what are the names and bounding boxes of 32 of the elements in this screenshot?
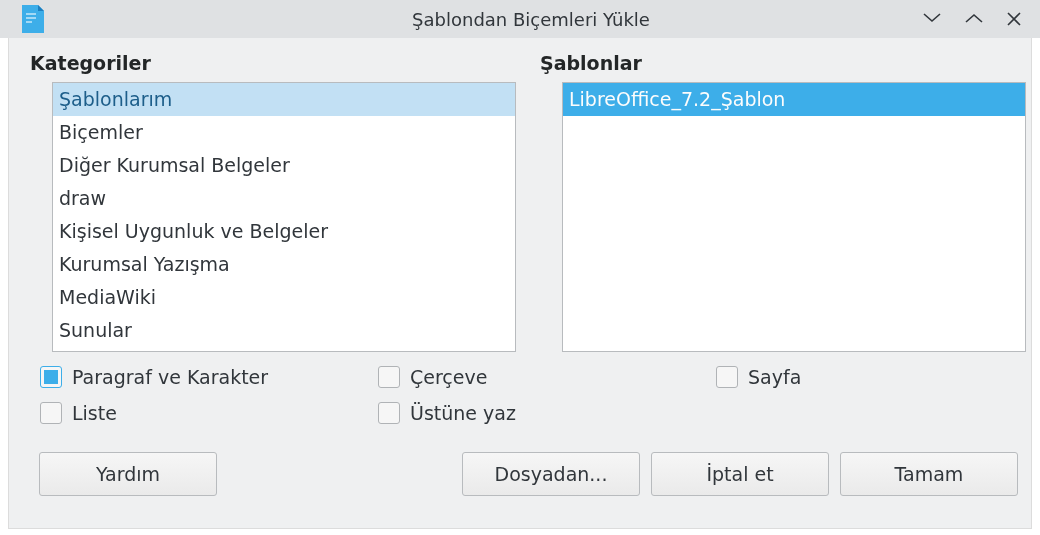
- list-item[interactable]: Şablonlarım: [53, 83, 515, 116]
- option-checkbox[interactable]: Liste: [40, 402, 117, 424]
- checkbox[interactable]: [40, 366, 62, 388]
- option-checkbox[interactable]: Sayfa: [716, 366, 802, 388]
- section-heading: Kategoriler: [30, 52, 151, 74]
- chevron-down-icon: [922, 11, 942, 25]
- list-item[interactable]: Biçemler: [53, 116, 515, 149]
- dialog-button[interactable]: Dosyadan...: [462, 452, 640, 496]
- option-checkbox[interactable]: Çerçeve: [378, 366, 488, 388]
- list-item[interactable]: MediaWiki: [53, 281, 515, 314]
- option-checkbox[interactable]: Üstüne yaz: [378, 402, 516, 424]
- dialog-button[interactable]: İptal et: [651, 452, 829, 496]
- window-title: Şablondan Biçemleri Yükle: [411, 8, 651, 30]
- checkbox[interactable]: [378, 402, 400, 424]
- list-item[interactable]: draw: [53, 182, 515, 215]
- checkbox-label: Üstüne yaz: [410, 402, 516, 424]
- checkbox[interactable]: [378, 366, 400, 388]
- document-icon: [22, 5, 44, 33]
- list-item[interactable]: Sunular: [53, 314, 515, 347]
- checkbox-label: Sayfa: [748, 366, 802, 388]
- checkbox-label: Liste: [72, 402, 117, 424]
- list-item[interactable]: Kişisel Uygunluk ve Belgeler: [53, 215, 515, 248]
- chevron-up-icon: [964, 11, 984, 25]
- help-button[interactable]: Yardım: [39, 452, 217, 496]
- dialog-button[interactable]: Tamam: [840, 452, 1018, 496]
- checkbox-label: Çerçeve: [410, 366, 488, 388]
- close-icon: [1006, 11, 1022, 27]
- list-item[interactable]: Diğer Kurumsal Belgeler: [53, 149, 515, 182]
- checkbox[interactable]: [716, 366, 738, 388]
- checkbox[interactable]: [40, 402, 62, 424]
- section-heading: Şablonlar: [540, 52, 642, 74]
- list-item[interactable]: Kurumsal Yazışma: [53, 248, 515, 281]
